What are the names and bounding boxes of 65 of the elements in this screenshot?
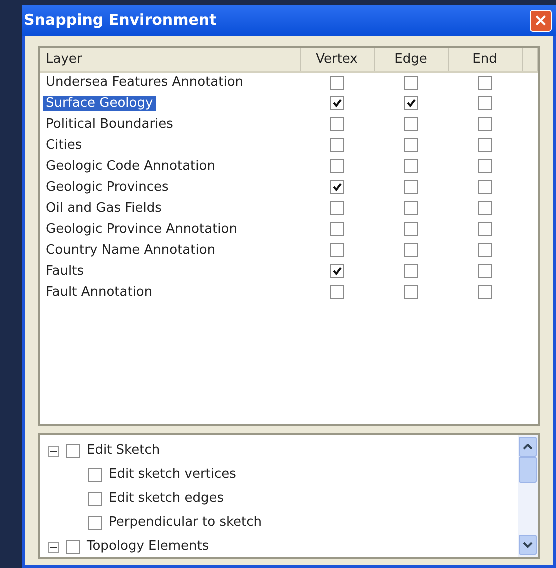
checkbox[interactable] xyxy=(88,516,102,530)
checkbox[interactable] xyxy=(478,264,492,278)
scrollbar[interactable] xyxy=(518,435,538,557)
layer-name[interactable]: Geologic Code Annotation xyxy=(46,158,216,174)
checkbox[interactable] xyxy=(330,96,344,110)
tree-item-label[interactable]: Edit Sketch xyxy=(87,441,160,461)
layer-name[interactable]: Political Boundaries xyxy=(46,116,174,132)
scroll-down-button[interactable] xyxy=(519,535,537,555)
window-title: Snapping Environment xyxy=(24,10,217,32)
up-caret-icon xyxy=(523,444,533,450)
collapse-icon[interactable] xyxy=(48,446,59,456)
checkbox[interactable] xyxy=(478,285,492,300)
checkbox[interactable] xyxy=(330,76,344,90)
checkbox[interactable] xyxy=(330,243,344,258)
checkbox[interactable] xyxy=(404,96,418,110)
checkbox[interactable] xyxy=(404,222,418,236)
tree-item-label[interactable]: Edit sketch edges xyxy=(109,489,224,509)
checkbox[interactable] xyxy=(478,201,492,216)
close-button[interactable]: × xyxy=(530,10,552,32)
checkbox[interactable] xyxy=(478,243,492,258)
checkbox[interactable] xyxy=(404,138,418,152)
column-header[interactable]: Layer xyxy=(46,52,82,67)
checkbox[interactable] xyxy=(330,222,344,236)
layer-name[interactable]: Fault Annotation xyxy=(46,284,153,300)
checkbox[interactable] xyxy=(88,468,102,482)
layer-name[interactable]: Faults xyxy=(46,264,84,279)
checkbox[interactable] xyxy=(478,96,492,110)
tree-item-label[interactable]: Perpendicular to sketch xyxy=(109,513,262,533)
checkbox[interactable] xyxy=(404,243,418,258)
down-caret-icon xyxy=(523,542,533,548)
checkbox[interactable] xyxy=(330,264,344,278)
layer-name[interactable]: Undersea Features Annotation xyxy=(46,75,244,90)
collapse-icon[interactable] xyxy=(48,542,59,552)
checkbox[interactable] xyxy=(330,117,344,132)
checkbox[interactable] xyxy=(478,159,492,174)
checkbox[interactable] xyxy=(404,180,418,194)
layer-name[interactable]: Geologic Province Annotation xyxy=(46,222,238,237)
checkbox[interactable] xyxy=(404,264,418,278)
checkbox[interactable] xyxy=(404,285,418,300)
checkbox[interactable] xyxy=(330,285,344,300)
checkbox[interactable] xyxy=(330,201,344,216)
checkbox[interactable] xyxy=(330,159,344,174)
checkbox[interactable] xyxy=(404,159,418,174)
scroll-up-button[interactable] xyxy=(519,437,537,457)
checkbox[interactable] xyxy=(66,444,80,458)
tree-item-label[interactable]: Topology Elements xyxy=(87,537,210,557)
checkbox[interactable] xyxy=(330,180,344,194)
checkbox[interactable] xyxy=(478,76,492,90)
checkbox[interactable] xyxy=(404,76,418,90)
layer-name[interactable]: Cities xyxy=(46,138,82,153)
checkbox[interactable] xyxy=(88,492,102,506)
checkbox[interactable] xyxy=(478,138,492,152)
scroll-thumb[interactable] xyxy=(519,457,537,483)
tree-item-label[interactable]: Edit sketch vertices xyxy=(109,465,236,485)
checkbox[interactable] xyxy=(478,222,492,236)
checkbox[interactable] xyxy=(404,201,418,216)
checkbox[interactable] xyxy=(66,540,80,554)
layer-name[interactable]: Surface Geology xyxy=(43,96,156,111)
layer-name[interactable]: Geologic Provinces xyxy=(46,180,169,195)
layer-name[interactable]: Oil and Gas Fields xyxy=(46,200,162,216)
checkbox[interactable] xyxy=(330,138,344,152)
checkbox[interactable] xyxy=(404,117,418,132)
checkbox[interactable] xyxy=(478,180,492,194)
layer-name[interactable]: Country Name Annotation xyxy=(46,242,216,258)
checkbox[interactable] xyxy=(478,117,492,132)
